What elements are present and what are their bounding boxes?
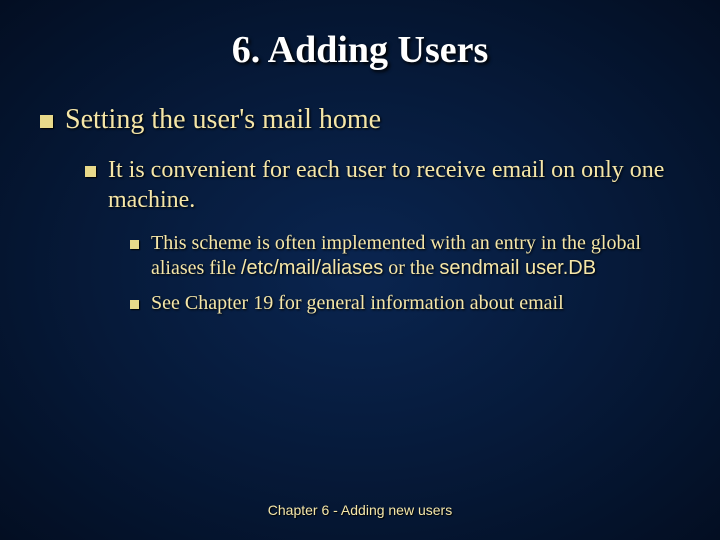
- l3a-code1: /etc/mail/aliases: [241, 257, 383, 279]
- level3a-text: This scheme is often implemented with an…: [151, 231, 680, 281]
- square-bullet-icon: [130, 300, 139, 309]
- bullet-level2: It is convenient for each user to receiv…: [85, 155, 680, 215]
- slide: 6. Adding Users Setting the user's mail …: [0, 0, 720, 540]
- slide-footer: Chapter 6 - Adding new users: [0, 502, 720, 518]
- square-bullet-icon: [130, 240, 139, 249]
- slide-title: 6. Adding Users: [40, 28, 680, 72]
- level3b-text: See Chapter 19 for general information a…: [151, 291, 680, 316]
- l3a-mid: or the: [383, 257, 439, 279]
- level2-text: It is convenient for each user to receiv…: [108, 155, 680, 215]
- bullet-level3: See Chapter 19 for general information a…: [130, 291, 680, 316]
- level1-text: Setting the user's mail home: [65, 102, 680, 137]
- square-bullet-icon: [40, 115, 53, 128]
- bullet-level3: This scheme is often implemented with an…: [130, 231, 680, 281]
- bullet-level1: Setting the user's mail home: [40, 102, 680, 137]
- l3a-code2: sendmail user.DB: [439, 257, 596, 279]
- square-bullet-icon: [85, 166, 96, 177]
